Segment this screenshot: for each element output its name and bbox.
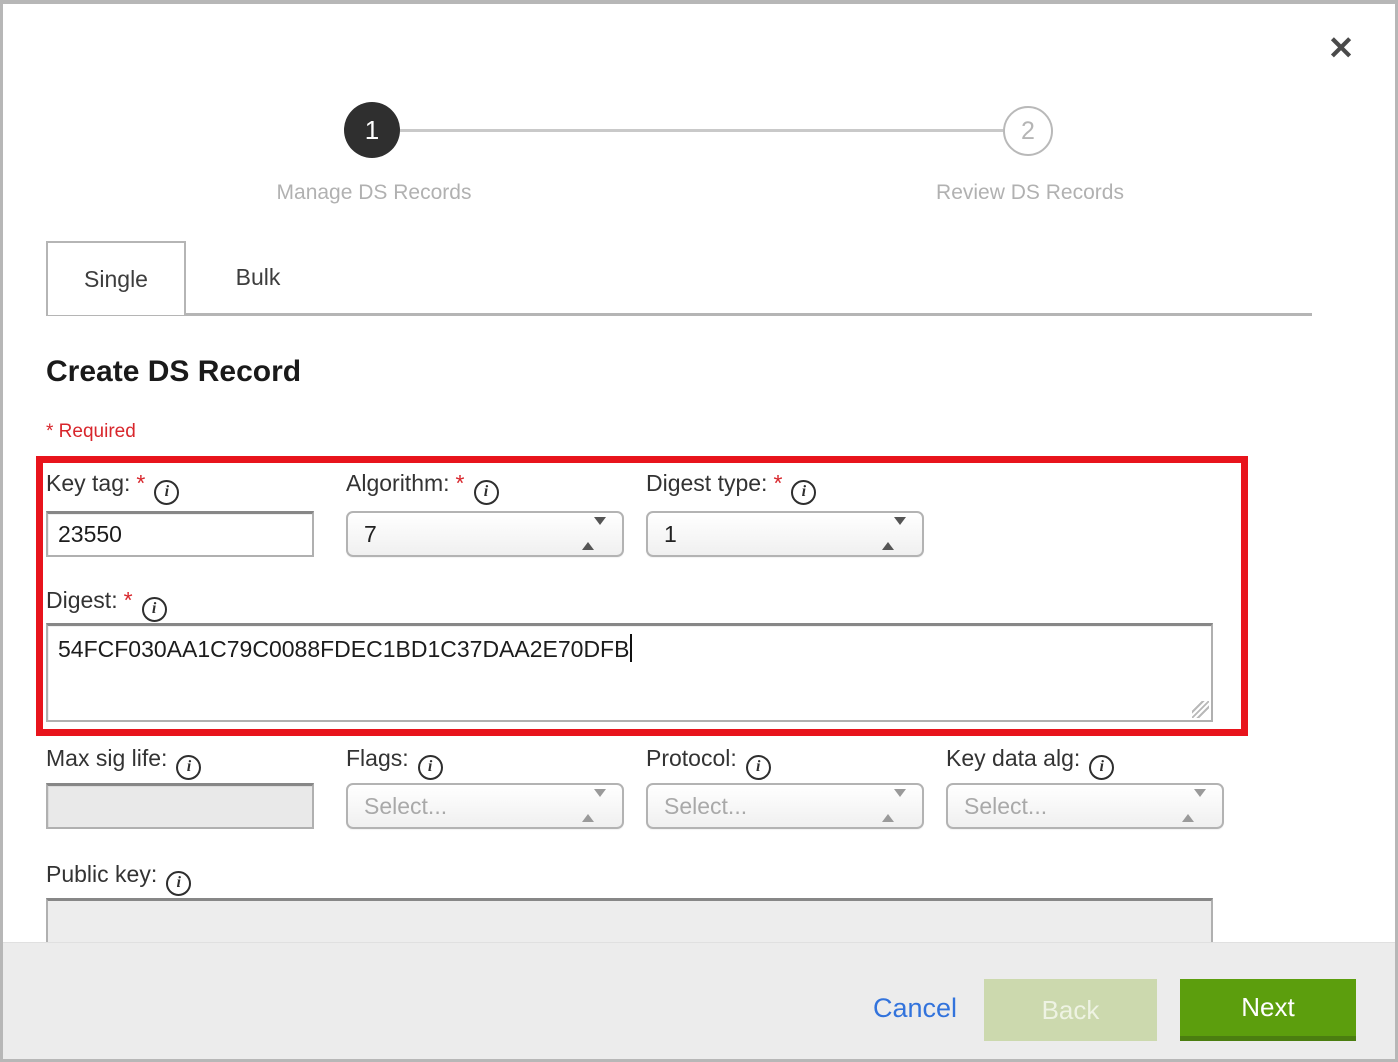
chevron-up-down-icon xyxy=(582,797,606,815)
digest-type-label: Digest type:* i xyxy=(646,470,816,505)
chevron-up-down-icon xyxy=(582,525,606,543)
algorithm-label: Algorithm:* i xyxy=(346,470,499,505)
protocol-select[interactable]: Select... xyxy=(646,783,924,829)
page-title: Create DS Record xyxy=(46,355,301,389)
key-data-alg-select[interactable]: Select... xyxy=(946,783,1224,829)
digest-info-icon[interactable]: i xyxy=(142,597,167,622)
tab-bulk[interactable]: Bulk xyxy=(188,241,328,311)
tab-divider-line xyxy=(46,313,1312,316)
stepper-step-1-circle: 1 xyxy=(344,102,400,158)
required-note: * Required xyxy=(46,421,136,443)
flags-info-icon[interactable]: i xyxy=(418,755,443,780)
digest-textarea[interactable]: 54FCF030AA1C79C0088FDEC1BD1C37DAA2E70DFB xyxy=(46,623,1213,722)
algorithm-info-icon[interactable]: i xyxy=(474,480,499,505)
next-button[interactable]: Next xyxy=(1180,979,1356,1041)
tab-single[interactable]: Single xyxy=(46,241,186,315)
digest-type-label-text: Digest type: xyxy=(646,470,767,496)
public-key-info-icon[interactable]: i xyxy=(166,871,191,896)
flags-select[interactable]: Select... xyxy=(346,783,624,829)
chevron-up-down-icon xyxy=(882,525,906,543)
digest-required-star: * xyxy=(124,587,133,613)
digest-label: Digest:* i xyxy=(46,587,167,622)
public-key-label: Public key: i xyxy=(46,861,191,896)
protocol-label: Protocol: i xyxy=(646,745,771,780)
digest-type-info-icon[interactable]: i xyxy=(791,480,816,505)
key-tag-label-text: Key tag: xyxy=(46,470,130,496)
key-data-alg-info-icon[interactable]: i xyxy=(1089,755,1114,780)
algorithm-select-value: 7 xyxy=(364,521,377,548)
max-sig-life-input[interactable] xyxy=(46,783,314,829)
max-sig-life-label-text: Max sig life: xyxy=(46,745,167,771)
stepper-step-2-label: Review DS Records xyxy=(830,181,1230,205)
flags-label: Flags: i xyxy=(346,745,443,780)
protocol-info-icon[interactable]: i xyxy=(746,755,771,780)
key-data-alg-select-value: Select... xyxy=(964,793,1047,820)
key-tag-info-icon[interactable]: i xyxy=(154,480,179,505)
key-data-alg-label-text: Key data alg: xyxy=(946,745,1080,771)
chevron-up-down-icon xyxy=(1182,797,1206,815)
stepper-step-1-label: Manage DS Records xyxy=(174,181,574,205)
cancel-button[interactable]: Cancel xyxy=(873,993,957,1024)
public-key-label-text: Public key: xyxy=(46,861,157,887)
protocol-select-value: Select... xyxy=(664,793,747,820)
chevron-up-down-icon xyxy=(882,797,906,815)
algorithm-label-text: Algorithm: xyxy=(346,470,450,496)
flags-select-value: Select... xyxy=(364,793,447,820)
key-tag-input[interactable] xyxy=(46,511,314,557)
back-button[interactable]: Back xyxy=(984,979,1157,1041)
algorithm-select[interactable]: 7 xyxy=(346,511,624,557)
algorithm-required-star: * xyxy=(456,470,465,496)
key-data-alg-label: Key data alg: i xyxy=(946,745,1114,780)
resize-handle-icon[interactable] xyxy=(1192,701,1209,718)
create-ds-record-modal: ✕ 1 2 Manage DS Records Review DS Record… xyxy=(0,0,1398,1062)
digest-type-required-star: * xyxy=(773,470,782,496)
close-icon[interactable]: ✕ xyxy=(1321,28,1361,68)
digest-type-select[interactable]: 1 xyxy=(646,511,924,557)
stepper-step-2-circle: 2 xyxy=(1003,106,1053,156)
digest-label-text: Digest: xyxy=(46,587,118,613)
flags-label-text: Flags: xyxy=(346,745,409,771)
modal-footer: Cancel Back Next xyxy=(3,942,1395,1059)
public-key-textarea[interactable] xyxy=(46,898,1213,942)
protocol-label-text: Protocol: xyxy=(646,745,737,771)
text-cursor xyxy=(630,634,632,662)
stepper-connector xyxy=(400,129,1003,132)
key-tag-required-star: * xyxy=(136,470,145,496)
max-sig-life-info-icon[interactable]: i xyxy=(176,755,201,780)
digest-type-select-value: 1 xyxy=(664,521,677,548)
max-sig-life-label: Max sig life: i xyxy=(46,745,201,780)
digest-textarea-value: 54FCF030AA1C79C0088FDEC1BD1C37DAA2E70DFB xyxy=(58,636,629,662)
key-tag-label: Key tag:* i xyxy=(46,470,179,505)
